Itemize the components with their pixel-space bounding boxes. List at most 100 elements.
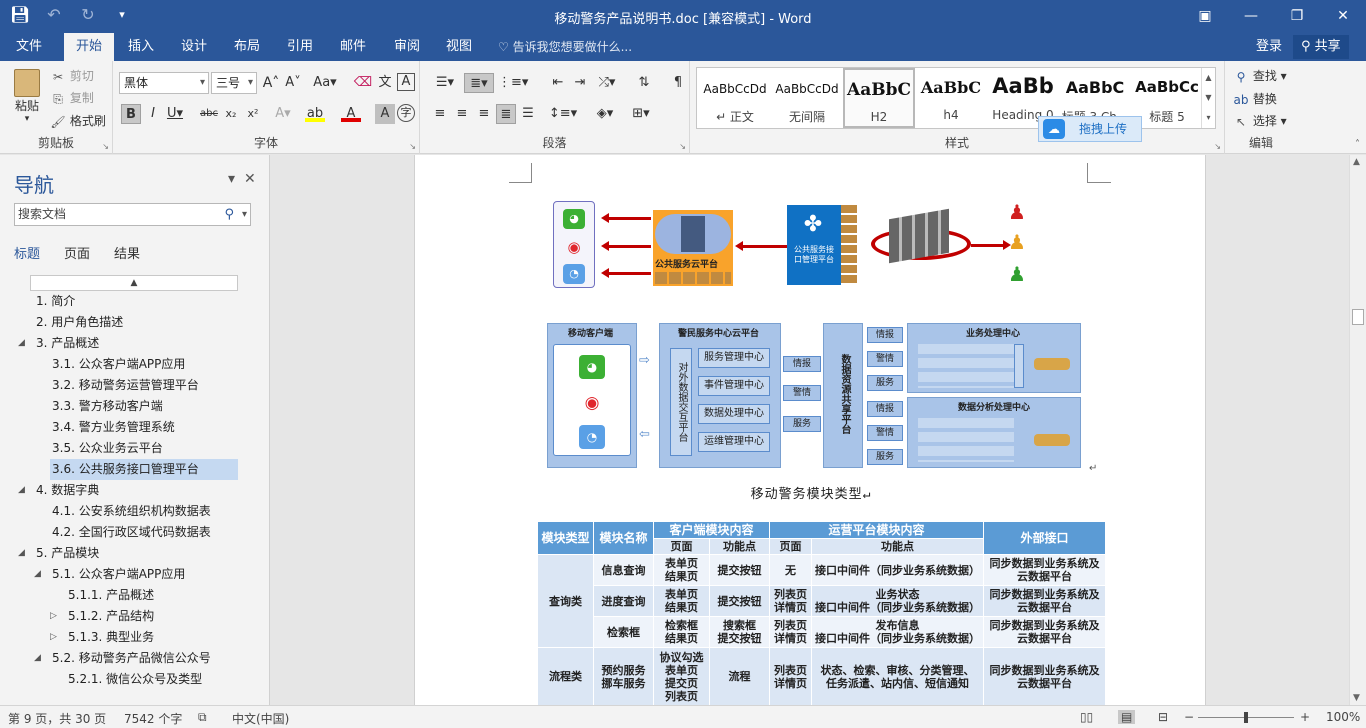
font-size-combo[interactable]: 三号 xyxy=(211,72,257,94)
web-layout-icon[interactable]: ⊟ xyxy=(1158,710,1168,724)
nav-heading-item[interactable]: 3.2. 移动警务运营管理平台 xyxy=(0,375,268,396)
character-border-icon[interactable]: A xyxy=(397,73,415,91)
numbering-icon[interactable]: ≣▾ xyxy=(464,73,494,93)
text-effects-icon[interactable]: A▾ xyxy=(273,104,293,124)
borders-icon[interactable]: ⊞▾ xyxy=(626,104,656,124)
login-link[interactable]: 登录 xyxy=(1256,33,1282,61)
sort-icon[interactable]: ⇅ xyxy=(634,73,654,93)
nav-heading-item[interactable]: 4.1. 公安系统组织机构数据表 xyxy=(0,501,268,522)
minimize-icon[interactable]: — xyxy=(1228,0,1274,33)
bold-button[interactable]: B xyxy=(121,104,141,124)
dialog-launcher-icon[interactable]: ↘ xyxy=(409,142,416,151)
dialog-launcher-icon[interactable]: ↘ xyxy=(1214,142,1221,151)
nav-heading-item[interactable]: 4.2. 全国行政区域代码数据表 xyxy=(0,522,268,543)
expand-icon[interactable]: ▷ xyxy=(50,606,57,627)
nav-heading-item[interactable]: ▷ 5.1.3. 典型业务 xyxy=(0,627,268,648)
collapse-ribbon-icon[interactable]: ˄ xyxy=(1355,139,1360,150)
style-normal[interactable]: AaBbCcDd ↵ 正文 xyxy=(699,68,771,128)
language[interactable]: 中文(中国) xyxy=(232,710,289,727)
zoom-slider-thumb[interactable] xyxy=(1244,712,1248,723)
nav-heading-item[interactable]: 3.4. 警方业务管理系统 xyxy=(0,417,268,438)
align-right-icon[interactable]: ≡ xyxy=(474,104,494,124)
change-case-icon[interactable]: Aa▾ xyxy=(311,73,339,93)
style-h2[interactable]: AaBbC H2 xyxy=(843,68,915,128)
shrink-font-icon[interactable]: A˅ xyxy=(283,73,303,93)
nav-tab-headings[interactable]: 标题 xyxy=(14,243,40,262)
ribbon-display-options-icon[interactable]: ▣ xyxy=(1182,0,1228,33)
scroll-down-icon[interactable]: ▼ xyxy=(1353,693,1360,703)
nav-heading-item[interactable]: 1. 简介 xyxy=(0,291,268,312)
nav-heading-item[interactable]: ◢ 5. 产品模块 xyxy=(0,543,268,564)
dialog-launcher-icon[interactable]: ↘ xyxy=(679,142,686,151)
page-count[interactable]: 第 9 页，共 30 页 xyxy=(8,710,106,727)
tab-insert[interactable]: 插入 xyxy=(118,33,164,61)
highlight-icon[interactable]: ab xyxy=(305,104,325,122)
styles-scroll[interactable]: ▲ ▼ ▾ xyxy=(1201,68,1215,128)
tab-mailings[interactable]: 邮件 xyxy=(330,33,376,61)
zoom-in-icon[interactable]: + xyxy=(1300,710,1310,724)
nav-heading-item[interactable]: 2. 用户角色描述 xyxy=(0,312,268,333)
collapse-icon[interactable]: ◢ xyxy=(34,648,41,669)
search-icon[interactable]: ⚲ xyxy=(224,204,234,225)
nav-heading-item[interactable]: ◢ 3. 产品概述 xyxy=(0,333,268,354)
nav-search-input[interactable]: 搜索文档 ⚲ ▾ xyxy=(14,203,251,226)
restore-icon[interactable]: ❐ xyxy=(1274,0,1320,33)
font-name-combo[interactable]: 黑体 xyxy=(119,72,209,94)
copy-button[interactable]: ⎘ 复制 xyxy=(50,89,94,107)
nav-heading-item[interactable]: ▷ 5.1.2. 产品结构 xyxy=(0,606,268,627)
expand-icon[interactable]: ▷ xyxy=(50,627,57,648)
tab-review[interactable]: 审阅 xyxy=(384,33,430,61)
find-button[interactable]: ⚲ 查找 ▾ xyxy=(1233,67,1287,85)
cut-button[interactable]: ✂ 剪切 xyxy=(50,67,94,85)
vertical-scrollbar[interactable]: ▲ ▼ xyxy=(1349,155,1366,705)
collapse-heading-button[interactable]: ▲ xyxy=(30,275,238,291)
grow-font-icon[interactable]: A˄ xyxy=(261,73,281,93)
nav-heading-item[interactable]: ◢ 4. 数据字典 xyxy=(0,480,268,501)
nav-heading-item[interactable]: 5.2.1. 微信公众号及类型 xyxy=(0,669,268,690)
nav-tab-pages[interactable]: 页面 xyxy=(64,243,90,262)
select-button[interactable]: ↖ 选择 ▾ xyxy=(1233,112,1287,130)
font-color-icon[interactable]: A xyxy=(341,104,361,122)
tab-file[interactable]: 文件 xyxy=(6,33,52,61)
tell-me-box[interactable]: ♡ 告诉我您想要做什么... xyxy=(498,33,632,61)
zoom-out-icon[interactable]: − xyxy=(1184,710,1194,724)
style-h4[interactable]: AaBbC h4 xyxy=(915,68,987,128)
nav-options-icon[interactable]: ▾ xyxy=(228,171,235,187)
format-painter-button[interactable]: 🖌︎ 格式刷 xyxy=(50,112,105,130)
print-layout-icon[interactable]: ▤ xyxy=(1118,710,1136,724)
scroll-up-icon[interactable]: ▲ xyxy=(1353,157,1360,167)
collapse-icon[interactable]: ◢ xyxy=(18,333,25,354)
close-icon[interactable]: ✕ xyxy=(1320,0,1366,33)
enclose-characters-icon[interactable]: 字 xyxy=(397,104,415,122)
nav-heading-item[interactable]: 3.6. 公共服务接口管理平台 xyxy=(0,459,268,480)
nav-close-icon[interactable]: ✕ xyxy=(244,171,256,187)
increase-indent-icon[interactable]: ⇥ xyxy=(570,73,590,93)
shading-icon[interactable]: ◈▾ xyxy=(590,104,620,124)
align-left-icon[interactable]: ≡ xyxy=(430,104,450,124)
superscript-button[interactable]: x² xyxy=(243,104,263,124)
nav-heading-item[interactable]: 5.1.1. 产品概述 xyxy=(0,585,268,606)
show-marks-icon[interactable]: ¶ xyxy=(668,73,688,93)
line-spacing-icon[interactable]: ↕≡▾ xyxy=(548,104,578,124)
phonetic-guide-icon[interactable]: 文 xyxy=(375,73,395,93)
strikethrough-button[interactable]: abc xyxy=(199,104,219,124)
nav-heading-item[interactable]: 3.1. 公众客户端APP应用 xyxy=(0,354,268,375)
read-mode-icon[interactable]: ▯▯ xyxy=(1080,710,1093,724)
nav-heading-item[interactable]: ◢ 5.2. 移动警务产品微信公众号 xyxy=(0,648,268,669)
bullets-icon[interactable]: ☰▾ xyxy=(430,73,460,93)
distributed-icon[interactable]: ☰ xyxy=(518,104,538,124)
align-center-icon[interactable]: ≡ xyxy=(452,104,472,124)
subscript-button[interactable]: x₂ xyxy=(221,104,241,124)
justify-icon[interactable]: ≣ xyxy=(496,104,516,124)
underline-button[interactable]: U▾ xyxy=(165,104,185,124)
replace-button[interactable]: ab 替换 xyxy=(1233,90,1277,108)
style-no-spacing[interactable]: AaBbCcDd 无间隔 xyxy=(771,68,843,128)
paste-button[interactable]: 粘贴 ▾ xyxy=(10,69,44,124)
document-page[interactable]: ◕ ◉ ◔ 公共服务云平台 ✤ 公共服务接口管理平台 ♟ ♟ ♟ 移动客户端 ◕… xyxy=(414,155,1206,705)
clear-formatting-icon[interactable]: ⌫ xyxy=(353,73,373,93)
nav-heading-item[interactable]: 3.5. 公众业务云平台 xyxy=(0,438,268,459)
decrease-indent-icon[interactable]: ⇤ xyxy=(548,73,568,93)
zoom-level[interactable]: 100% xyxy=(1326,710,1360,724)
tab-design[interactable]: 设计 xyxy=(171,33,217,61)
proofing-icon[interactable]: ⧉ xyxy=(198,710,207,725)
